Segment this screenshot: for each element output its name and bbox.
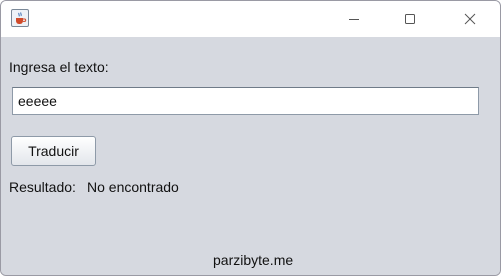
close-icon: [464, 13, 476, 25]
close-button[interactable]: [447, 1, 493, 37]
prompt-label: Ingresa el texto:: [9, 59, 109, 75]
maximize-icon: [405, 14, 415, 24]
maximize-button[interactable]: [387, 1, 433, 37]
result-label: Resultado:: [9, 179, 76, 195]
app-window: Ingresa el texto: Traducir Resultado: No…: [0, 0, 501, 276]
translate-button[interactable]: Traducir: [11, 136, 96, 166]
text-input[interactable]: [12, 87, 479, 115]
minimize-button[interactable]: [331, 1, 377, 37]
form-panel: Ingresa el texto: Traducir Resultado: No…: [1, 37, 500, 275]
result-value: No encontrado: [87, 179, 179, 195]
java-coffee-icon[interactable]: [11, 9, 29, 27]
footer-credit: parzibyte.me: [213, 252, 294, 268]
minimize-icon: [349, 19, 359, 20]
title-bar[interactable]: [1, 1, 500, 37]
